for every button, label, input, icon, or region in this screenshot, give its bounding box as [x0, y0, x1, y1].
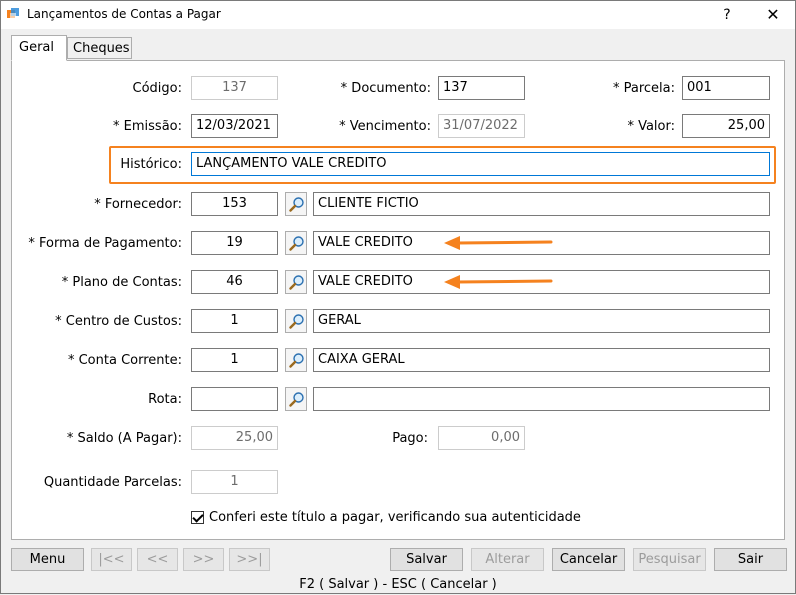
- fornecedor-label: * Fornecedor:: [94, 197, 182, 212]
- menu-button[interactable]: Menu: [11, 548, 84, 571]
- centro-custos-desc-field[interactable]: GERAL: [313, 309, 770, 333]
- centro-custos-search-button[interactable]: [285, 309, 307, 333]
- last-record-button[interactable]: >>|: [229, 548, 270, 571]
- forma-pagamento-label: * Forma de Pagamento:: [28, 236, 182, 251]
- conta-corrente-desc-field[interactable]: CAIXA GERAL: [313, 348, 770, 372]
- previous-record-button[interactable]: <<: [137, 548, 178, 571]
- window: Lançamentos de Contas a Pagar ? ✕ Geral …: [0, 0, 796, 594]
- documento-label: * Documento:: [340, 81, 431, 96]
- fornecedor-desc-field[interactable]: CLIENTE FICTIO: [313, 192, 770, 216]
- pago-field[interactable]: 0,00: [438, 426, 525, 450]
- codigo-label: Código:: [132, 81, 182, 96]
- first-record-button[interactable]: |<<: [91, 548, 132, 571]
- orange-arrow-icon: [444, 275, 553, 289]
- emissao-field[interactable]: 12/03/2021: [191, 114, 278, 138]
- codigo-field[interactable]: 137: [191, 76, 278, 100]
- magnifier-icon: [289, 275, 304, 290]
- conta-corrente-code-field[interactable]: 1: [191, 348, 278, 372]
- orange-arrow-icon: [444, 236, 553, 250]
- fornecedor-code-field[interactable]: 153: [191, 192, 278, 216]
- conferi-checkbox[interactable]: [191, 511, 204, 524]
- parcela-label: * Parcela:: [612, 81, 675, 96]
- documento-field[interactable]: 137: [438, 76, 525, 100]
- vencimento-field[interactable]: 31/07/2022: [438, 114, 525, 138]
- forma-pagamento-search-button[interactable]: [285, 231, 307, 255]
- parcela-field[interactable]: 001: [682, 76, 770, 100]
- plano-contas-search-button[interactable]: [285, 270, 307, 294]
- sair-button[interactable]: Sair: [714, 548, 787, 571]
- next-record-button[interactable]: >>: [183, 548, 224, 571]
- quantidade-parcelas-field[interactable]: 1: [191, 470, 278, 494]
- rota-label: Rota:: [148, 392, 182, 407]
- close-button[interactable]: ✕: [751, 1, 795, 29]
- emissao-label: * Emissão:: [113, 119, 182, 134]
- saldo-label: * Saldo (A Pagar):: [66, 431, 182, 446]
- saldo-field[interactable]: 25,00: [191, 426, 278, 450]
- plano-contas-code-field[interactable]: 46: [191, 270, 278, 294]
- magnifier-icon: [289, 197, 304, 212]
- valor-field[interactable]: 25,00: [682, 114, 770, 138]
- magnifier-icon: [289, 353, 304, 368]
- rota-desc-field[interactable]: [313, 387, 770, 411]
- help-button[interactable]: ?: [705, 1, 749, 29]
- app-icon: [7, 8, 19, 19]
- pago-label: Pago:: [392, 431, 428, 446]
- vencimento-label: * Vencimento:: [339, 119, 431, 134]
- conta-corrente-search-button[interactable]: [285, 348, 307, 372]
- conferi-label[interactable]: Conferi este título a pagar, verificando…: [209, 510, 581, 525]
- tab-geral[interactable]: Geral: [11, 35, 67, 61]
- valor-label: * Valor:: [627, 119, 675, 134]
- status-bar: F2 ( Salvar ) - ESC ( Cancelar ): [299, 577, 497, 592]
- rota-search-button[interactable]: [285, 387, 307, 411]
- alterar-button[interactable]: Alterar: [471, 548, 544, 571]
- magnifier-icon: [289, 392, 304, 407]
- cancelar-button[interactable]: Cancelar: [552, 548, 625, 571]
- magnifier-icon: [289, 314, 304, 329]
- rota-code-field[interactable]: [191, 387, 278, 411]
- historico-field[interactable]: LANÇAMENTO VALE CREDITO: [191, 152, 770, 176]
- title-bar: Lançamentos de Contas a Pagar ? ✕: [1, 1, 795, 29]
- quantidade-parcelas-label: Quantidade Parcelas:: [43, 475, 182, 490]
- forma-pagamento-code-field[interactable]: 19: [191, 231, 278, 255]
- historico-label: Histórico:: [120, 157, 182, 172]
- tab-cheques[interactable]: Cheques: [67, 37, 132, 59]
- magnifier-icon: [289, 236, 304, 251]
- centro-custos-code-field[interactable]: 1: [191, 309, 278, 333]
- salvar-button[interactable]: Salvar: [390, 548, 463, 571]
- conta-corrente-label: * Conta Corrente:: [67, 353, 182, 368]
- pesquisar-button[interactable]: Pesquisar: [633, 548, 706, 571]
- plano-contas-label: * Plano de Contas:: [61, 275, 182, 290]
- centro-custos-label: * Centro de Custos:: [55, 314, 182, 329]
- window-title: Lançamentos de Contas a Pagar: [27, 7, 221, 21]
- fornecedor-search-button[interactable]: [285, 192, 307, 216]
